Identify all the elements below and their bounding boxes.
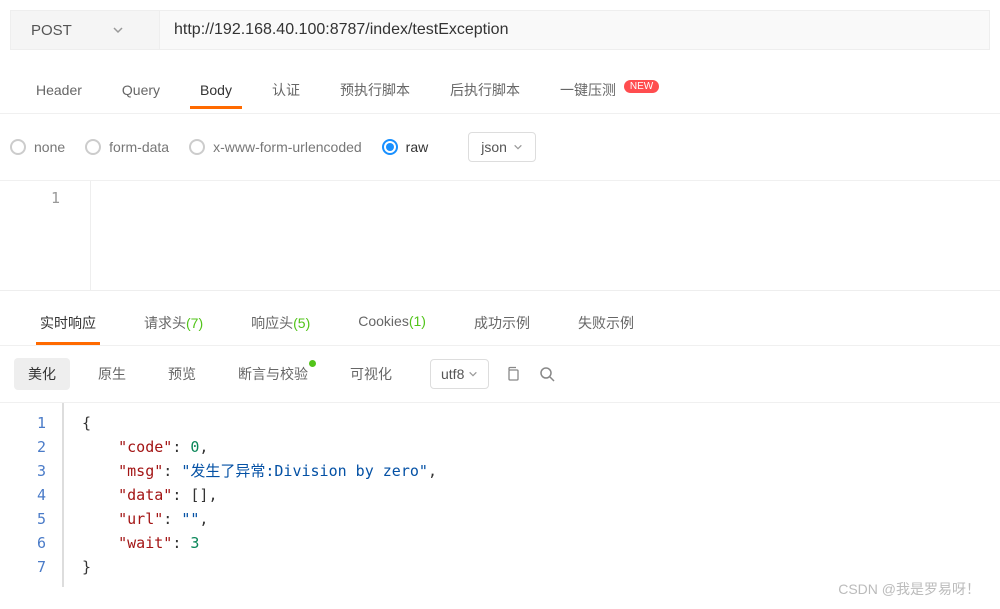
json-key: "url" (118, 510, 163, 528)
radio-raw[interactable]: raw (382, 139, 429, 155)
radio-label: form-data (109, 139, 169, 155)
json-value: 3 (190, 534, 199, 552)
radio-icon (189, 139, 205, 155)
rtab-label: 响应头 (251, 315, 293, 331)
tab-header[interactable]: Header (16, 72, 102, 108)
line-number: 4 (0, 483, 46, 507)
tab-pressure-label: 一键压测 (560, 82, 616, 98)
line-number: 6 (0, 531, 46, 555)
response-gutter: 1 2 3 4 5 6 7 (0, 403, 62, 587)
chevron-down-icon (112, 24, 124, 36)
radio-form-data[interactable]: form-data (85, 139, 169, 155)
json-value: "发生了异常:Division by zero" (181, 462, 428, 480)
copy-icon[interactable] (503, 364, 523, 384)
encoding-select[interactable]: utf8 (430, 359, 489, 389)
btn-preview[interactable]: 预览 (154, 358, 210, 390)
json-brace: { (82, 414, 91, 432)
json-value: [] (190, 486, 208, 504)
line-number: 2 (0, 435, 46, 459)
method-label: POST (31, 22, 72, 39)
tab-pre-script[interactable]: 预执行脚本 (320, 70, 430, 110)
btn-beautify[interactable]: 美化 (14, 358, 70, 390)
tab-query[interactable]: Query (102, 72, 180, 108)
radio-icon-checked (382, 139, 398, 155)
line-number: 1 (0, 411, 46, 435)
rtab-cookies[interactable]: Cookies(1) (334, 301, 450, 345)
radio-icon (85, 139, 101, 155)
json-brace: } (82, 558, 91, 576)
new-badge: NEW (624, 80, 659, 93)
chevron-down-icon (468, 369, 478, 379)
url-input[interactable]: http://192.168.40.100:8787/index/testExc… (160, 10, 990, 50)
line-number: 1 (0, 189, 60, 207)
rtab-success-example[interactable]: 成功示例 (450, 301, 554, 345)
format-label: json (481, 139, 507, 155)
line-number: 7 (0, 555, 46, 579)
radio-label: x-www-form-urlencoded (213, 139, 362, 155)
btn-label: 断言与校验 (238, 366, 308, 382)
search-icon[interactable] (537, 364, 557, 384)
rtab-fail-example[interactable]: 失败示例 (554, 301, 658, 345)
request-body-editor[interactable]: 1 (0, 181, 1000, 291)
btn-assert[interactable]: 断言与校验 (224, 358, 322, 390)
response-tabs: 实时响应 请求头(7) 响应头(5) Cookies(1) 成功示例 失败示例 (0, 301, 1000, 345)
body-format-select[interactable]: json (468, 132, 536, 162)
json-key: "data" (118, 486, 172, 504)
rtab-req-headers[interactable]: 请求头(7) (120, 301, 227, 345)
line-number: 5 (0, 507, 46, 531)
dot-indicator (309, 360, 316, 367)
json-key: "wait" (118, 534, 172, 552)
radio-urlencoded[interactable]: x-www-form-urlencoded (189, 139, 362, 155)
radio-none[interactable]: none (10, 139, 65, 155)
line-number: 3 (0, 459, 46, 483)
rtab-count: (5) (293, 315, 310, 331)
encoding-label: utf8 (441, 366, 464, 382)
method-select[interactable]: POST (10, 10, 160, 50)
body-type-row: none form-data x-www-form-urlencoded raw… (0, 113, 1000, 181)
rtab-resp-headers[interactable]: 响应头(5) (227, 301, 334, 345)
json-key: "code" (118, 438, 172, 456)
request-tabs: Header Query Body 认证 预执行脚本 后执行脚本 一键压测 NE… (0, 70, 1000, 111)
btn-raw[interactable]: 原生 (84, 358, 140, 390)
rtab-label: 请求头 (144, 315, 186, 331)
btn-visual[interactable]: 可视化 (336, 358, 406, 390)
chevron-down-icon (513, 142, 523, 152)
tab-post-script[interactable]: 后执行脚本 (430, 70, 540, 110)
json-value: "" (181, 510, 199, 528)
response-body: 1 2 3 4 5 6 7 { "code": 0, "msg": "发生了异常… (0, 403, 1000, 587)
rtab-label: Cookies (358, 313, 409, 329)
response-toolbar: 美化 原生 预览 断言与校验 可视化 utf8 (0, 345, 1000, 403)
rtab-count: (1) (409, 313, 426, 329)
url-text: http://192.168.40.100:8787/index/testExc… (174, 21, 508, 39)
tab-auth[interactable]: 认证 (252, 70, 320, 110)
editor-content[interactable] (90, 181, 1000, 290)
rtab-count: (7) (186, 315, 203, 331)
watermark: CSDN @我是罗易呀！ (838, 579, 980, 599)
response-code[interactable]: { "code": 0, "msg": "发生了异常:Division by z… (62, 403, 1000, 587)
radio-label: raw (406, 139, 429, 155)
tab-body[interactable]: Body (180, 72, 252, 108)
editor-gutter: 1 (0, 181, 90, 290)
rtab-realtime[interactable]: 实时响应 (16, 301, 120, 345)
radio-icon (10, 139, 26, 155)
radio-label: none (34, 139, 65, 155)
tab-pressure[interactable]: 一键压测 NEW (540, 70, 679, 110)
json-key: "msg" (118, 462, 163, 480)
